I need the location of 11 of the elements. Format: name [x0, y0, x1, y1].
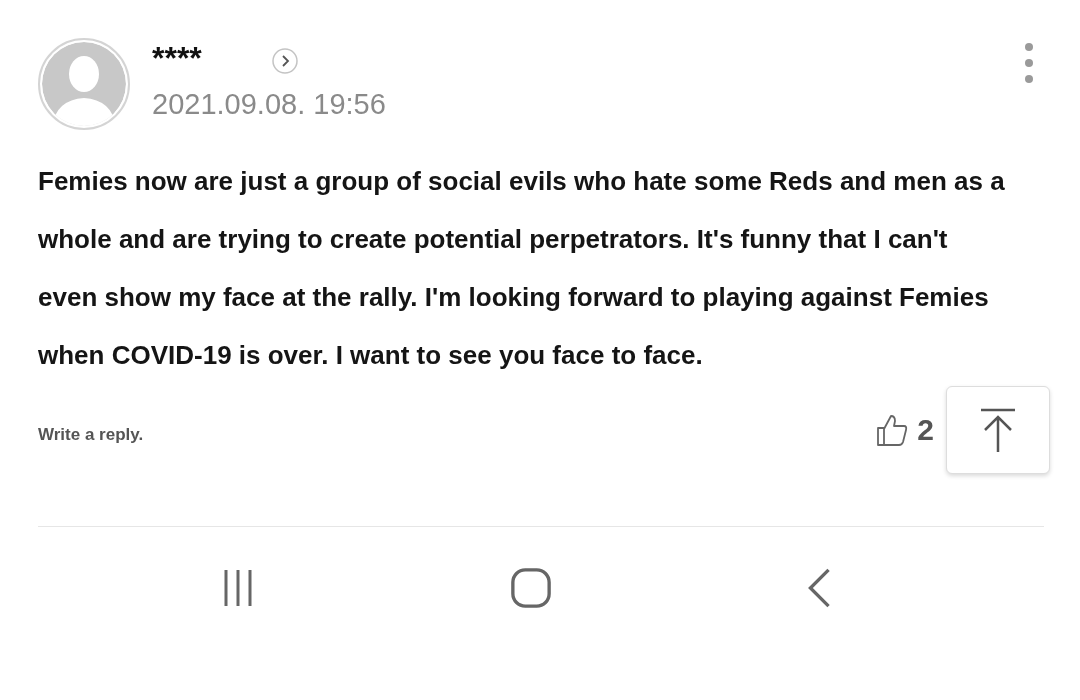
scroll-to-top-button[interactable]	[946, 386, 1050, 474]
thumbs-up-icon[interactable]	[875, 413, 910, 447]
like-count: 2	[917, 413, 934, 447]
comment-text: Femies now are just a group of social evils who hate some Reds and men as a whole and are trying to create potential perpetrators. It's funny that I can't even show my face at the rally. I'm looking forward to playing against Femies when COVID-19 is over. I want to see you face to face.	[38, 165, 1006, 372]
write-reply-link[interactable]: Write a reply.	[38, 425, 144, 445]
arrow-up-icon	[978, 408, 1018, 452]
chevron-right-icon[interactable]	[271, 48, 298, 74]
comment-date: 2021.09.08. 19:56	[152, 88, 386, 121]
author-name: ****	[152, 40, 202, 76]
more-options-icon[interactable]	[1024, 42, 1034, 84]
home-icon[interactable]	[509, 567, 553, 609]
